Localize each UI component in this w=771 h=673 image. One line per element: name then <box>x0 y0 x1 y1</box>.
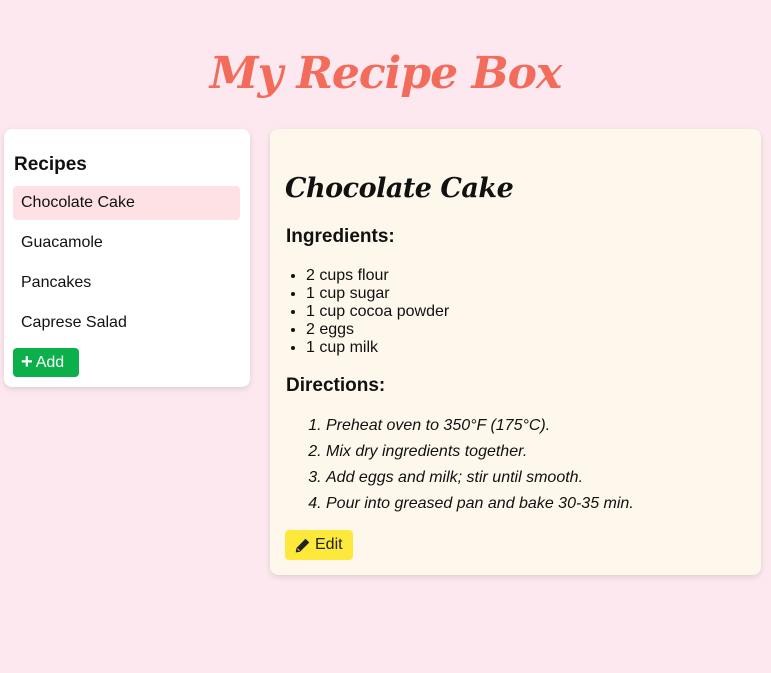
direction-step: Mix dry ingredients together. <box>326 441 634 467</box>
page-title: My Recipe Box <box>209 48 563 99</box>
recipe-item-pancakes[interactable]: Pancakes <box>13 266 240 300</box>
plus-icon: + <box>21 351 33 373</box>
pencil-icon <box>295 538 310 552</box>
direction-step: Pour into greased pan and bake 30-35 min… <box>326 493 634 519</box>
direction-step: Add eggs and milk; stir until smooth. <box>326 467 634 493</box>
recipe-title: Chocolate Cake <box>285 173 514 204</box>
ingredients-heading: Ingredients: <box>286 226 395 247</box>
ingredient-list: 2 cups flour 1 cup sugar 1 cup cocoa pow… <box>286 267 449 357</box>
sidebar-heading: Recipes <box>14 154 87 175</box>
edit-recipe-button[interactable]: Edit <box>285 530 353 560</box>
ingredient-item: 1 cup milk <box>306 339 449 357</box>
recipe-detail-panel: Chocolate Cake Ingredients: 2 cups flour… <box>270 129 761 575</box>
ingredient-item: 2 eggs <box>306 321 449 339</box>
directions-heading: Directions: <box>286 375 386 396</box>
edit-button-label: Edit <box>315 536 343 553</box>
direction-step: Preheat oven to 350°F (175°C). <box>326 415 634 441</box>
ingredient-item: 2 cups flour <box>306 267 449 285</box>
add-recipe-button[interactable]: + Add <box>13 348 79 377</box>
recipe-item-caprese-salad[interactable]: Caprese Salad <box>13 306 240 340</box>
recipe-sidebar: Recipes Chocolate Cake Guacamole Pancake… <box>4 129 250 387</box>
recipe-item-guacamole[interactable]: Guacamole <box>13 226 240 260</box>
add-button-label: Add <box>35 353 65 371</box>
ingredient-item: 1 cup cocoa powder <box>306 303 449 321</box>
ingredient-item: 1 cup sugar <box>306 285 449 303</box>
recipe-list: Chocolate Cake Guacamole Pancakes Capres… <box>13 186 240 346</box>
direction-list: Preheat oven to 350°F (175°C). Mix dry i… <box>286 415 634 519</box>
recipe-item-chocolate-cake[interactable]: Chocolate Cake <box>13 186 240 220</box>
